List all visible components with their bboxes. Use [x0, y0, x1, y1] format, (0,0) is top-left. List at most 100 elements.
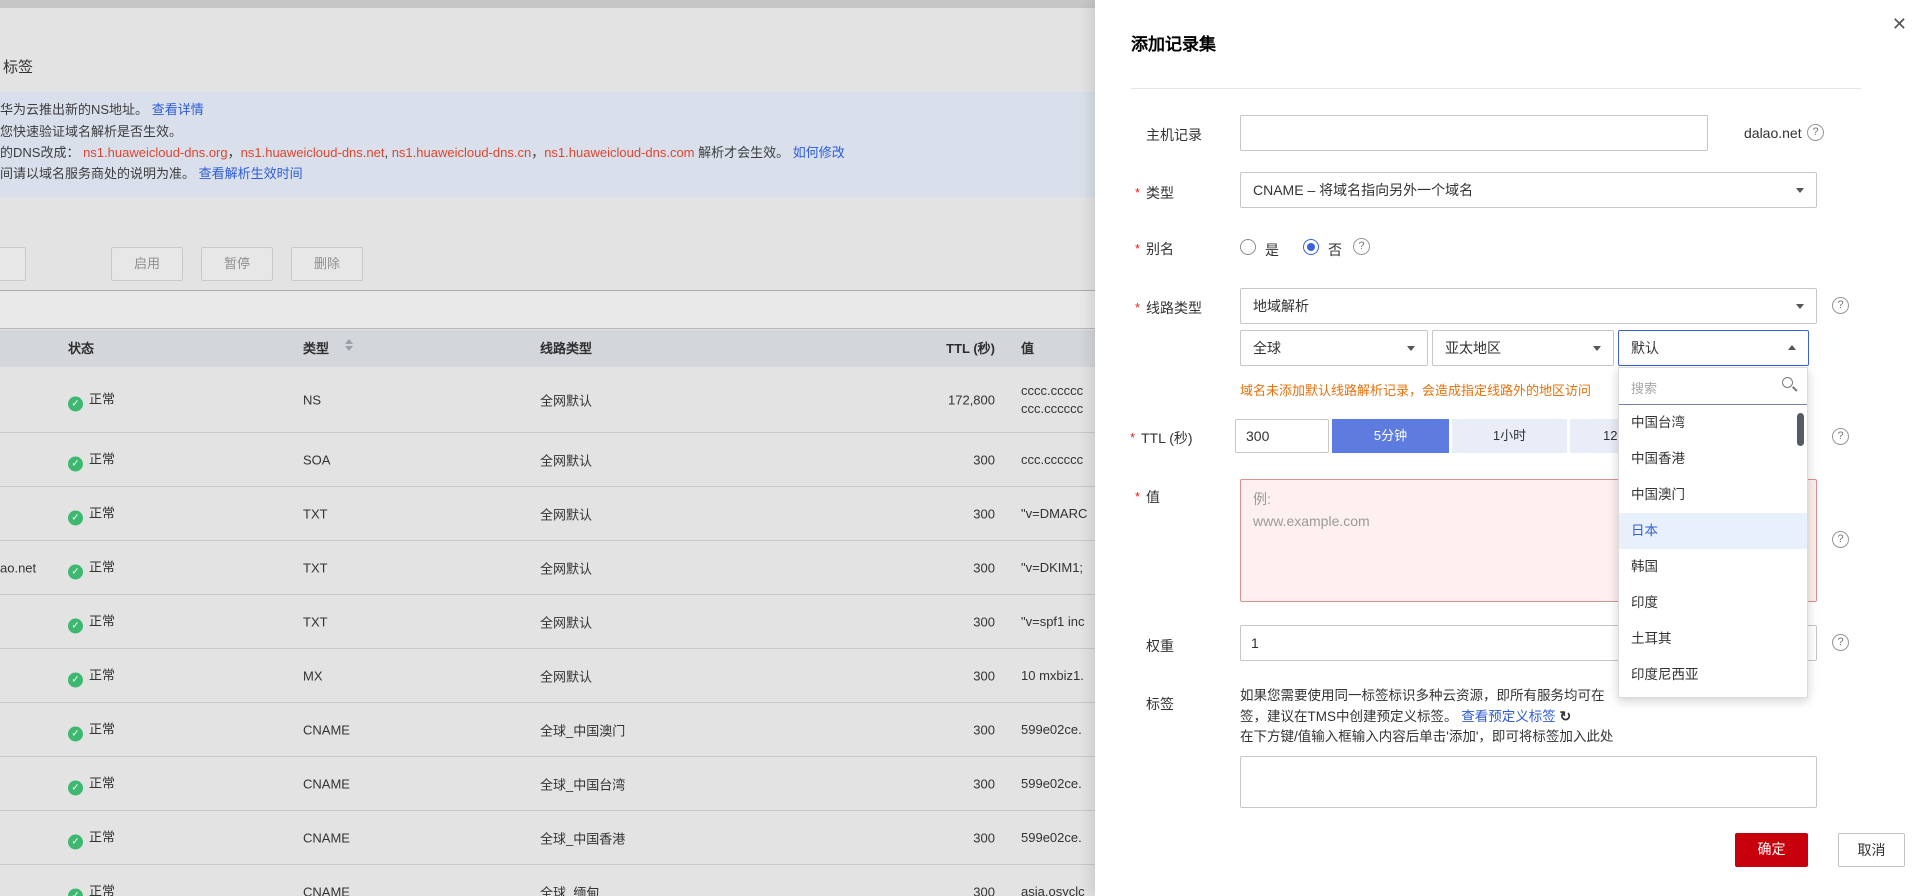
required-star: * — [1135, 185, 1140, 200]
row-line-type: 全网默认 — [540, 612, 592, 631]
header-type: 类型 — [303, 330, 329, 367]
table-row[interactable]: ✓正常 NS 全网默认 172,800 cccc.cccccccc.cccccc — [0, 367, 1095, 433]
title-divider — [1131, 88, 1861, 89]
row-line-type: 全球_中国台湾 — [540, 774, 625, 793]
header-ttl: TTL (秒) — [875, 330, 995, 367]
sort-icon[interactable] — [345, 339, 353, 351]
row-line-type: 全球_中国香港 — [540, 828, 625, 847]
table-row[interactable]: ✓正常 TXT 全网默认 300 "v=DMARC — [0, 487, 1095, 541]
close-icon[interactable]: ✕ — [1892, 14, 1907, 35]
banner-line-4: 间请以域名服务商处的说明为准。 查看解析生效时间 — [0, 163, 303, 182]
help-icon[interactable]: ? — [1832, 531, 1849, 548]
required-star: * — [1130, 430, 1135, 445]
dropdown-item-india[interactable]: 印度 — [1619, 585, 1807, 621]
tags-description: 如果您需要使用同一标签标识多种云资源，即所有服务均可在 签，建议在TMS中创建预… — [1240, 686, 1613, 747]
delete-button[interactable]: 删除 — [291, 247, 363, 281]
region-select-global[interactable]: 全球 — [1240, 330, 1428, 366]
view-predefined-tags-link[interactable]: 查看预定义标签 — [1461, 709, 1556, 724]
tags-label: 标签 — [1146, 694, 1174, 714]
partial-button[interactable] — [0, 247, 26, 281]
row-type: CNAME — [303, 830, 350, 845]
banner-line-3: 的DNS改成： ns1.huaweicloud-dns.org，ns1.huaw… — [0, 142, 845, 161]
ns-address: ns1.huaweicloud-dns.net — [241, 145, 385, 160]
type-select[interactable]: CNAME – 将域名指向另外一个域名 — [1240, 172, 1817, 208]
help-icon[interactable]: ? — [1832, 634, 1849, 651]
view-details-link[interactable]: 查看详情 — [152, 102, 204, 117]
status-badge: ✓正常 — [68, 664, 115, 687]
table-row[interactable]: ✓正常 CNAME 全球_中国澳门 300 599e02ce. — [0, 703, 1095, 757]
dropdown-item-taiwan[interactable]: 中国台湾 — [1619, 405, 1807, 441]
table-row[interactable]: ✓正常 MX 全网默认 300 10 mxbiz1. — [0, 649, 1095, 703]
table-row[interactable]: ✓正常 TXT 全网默认 300 "v=spf1 inc — [0, 595, 1095, 649]
host-record-input[interactable] — [1240, 115, 1708, 151]
row-type: MX — [303, 668, 323, 683]
table-row[interactable]: ao.net ✓正常 TXT 全网默认 300 "v=DKIM1; — [0, 541, 1095, 595]
row-type: CNAME — [303, 776, 350, 791]
type-label: 类型 — [1146, 183, 1174, 203]
alias-yes-radio[interactable] — [1240, 239, 1256, 255]
refresh-icon[interactable]: ↻ — [1560, 708, 1572, 724]
help-icon[interactable]: ? — [1353, 238, 1370, 255]
dropdown-item-japan-selected[interactable]: 日本 — [1619, 513, 1807, 549]
ttl-label: TTL (秒) — [1141, 428, 1193, 448]
dropdown-search[interactable]: 搜索 — [1619, 368, 1807, 405]
pause-button[interactable]: 暂停 — [201, 247, 273, 281]
row-value: 599e02ce. — [1021, 775, 1094, 793]
help-icon[interactable]: ? — [1832, 297, 1849, 314]
status-ok-icon: ✓ — [68, 618, 83, 633]
table-row[interactable]: ✓正常 CNAME 全球_缅甸 300 asia.osyclc — [0, 865, 1095, 896]
region-select-apac[interactable]: 亚太地区 — [1432, 330, 1614, 366]
status-badge: ✓正常 — [68, 448, 115, 471]
row-ttl: 300 — [875, 830, 995, 845]
table-row[interactable]: ✓正常 CNAME 全球_中国台湾 300 599e02ce. — [0, 757, 1095, 811]
dropdown-item-turkey[interactable]: 土耳其 — [1619, 621, 1807, 657]
status-ok-icon: ✓ — [68, 726, 83, 741]
status-ok-icon: ✓ — [68, 510, 83, 525]
alias-no-radio[interactable] — [1303, 239, 1319, 255]
tab-tags[interactable]: 标签 — [3, 56, 33, 77]
row-value: 10 mxbiz1. — [1021, 667, 1094, 685]
region-select-open[interactable]: 默认 — [1618, 330, 1809, 366]
enable-button[interactable]: 启用 — [111, 247, 183, 281]
dropdown-item-korea[interactable]: 韩国 — [1619, 549, 1807, 585]
ttl-1hour-button[interactable]: 1小时 — [1452, 419, 1567, 453]
notice-banner: 华为云推出新的NS地址。 查看详情 您快速验证域名解析是否生效。 的DNS改成：… — [0, 92, 1095, 197]
dropdown-item-macau[interactable]: 中国澳门 — [1619, 477, 1807, 513]
status-badge: ✓正常 — [68, 556, 115, 579]
dropdown-item-hongkong[interactable]: 中国香港 — [1619, 441, 1807, 477]
panel-title: 添加记录集 — [1131, 30, 1216, 55]
view-effective-time-link[interactable]: 查看解析生效时间 — [199, 166, 303, 181]
header-line-type: 线路类型 — [540, 330, 592, 367]
row-line-type: 全球_中国澳门 — [540, 720, 625, 739]
dropdown-scrollbar[interactable] — [1797, 413, 1804, 446]
table-row[interactable]: ✓正常 SOA 全网默认 300 ccc.cccccc — [0, 433, 1095, 487]
status-ok-icon: ✓ — [68, 888, 83, 896]
status-ok-icon: ✓ — [68, 396, 83, 411]
help-icon[interactable]: ? — [1807, 124, 1824, 141]
row-type: TXT — [303, 560, 328, 575]
alias-label: 别名 — [1146, 239, 1174, 259]
alias-no-label: 否 — [1328, 240, 1342, 260]
chevron-down-icon — [1796, 304, 1804, 309]
row-value: ccc.cccccc — [1021, 451, 1094, 469]
table-row[interactable]: ✓正常 CNAME 全球_中国香港 300 599e02ce. — [0, 811, 1095, 865]
ttl-input[interactable] — [1235, 419, 1329, 453]
status-ok-icon: ✓ — [68, 834, 83, 849]
weight-label: 权重 — [1146, 636, 1174, 656]
help-icon[interactable]: ? — [1832, 428, 1849, 445]
status-ok-icon: ✓ — [68, 780, 83, 795]
line-type-select[interactable]: 地域解析 — [1240, 288, 1817, 324]
ttl-5min-button[interactable]: 5分钟 — [1332, 419, 1449, 453]
cancel-button[interactable]: 取消 — [1838, 833, 1905, 867]
dropdown-item-indonesia[interactable]: 印度尼西亚 — [1619, 657, 1807, 693]
filter-bar — [0, 291, 1095, 329]
top-edge-strip — [0, 0, 1095, 8]
how-to-modify-link[interactable]: 如何修改 — [793, 145, 845, 160]
row-value: "v=spf1 inc — [1021, 613, 1094, 631]
required-star: * — [1135, 300, 1140, 315]
region-dropdown: 搜索 中国台湾 中国香港 中国澳门 日本 韩国 印度 土耳其 印度尼西亚 — [1618, 367, 1808, 698]
status-badge: ✓正常 — [68, 880, 115, 896]
tag-key-value-input[interactable] — [1240, 756, 1817, 808]
confirm-button[interactable]: 确定 — [1735, 833, 1808, 867]
required-star: * — [1135, 489, 1140, 504]
